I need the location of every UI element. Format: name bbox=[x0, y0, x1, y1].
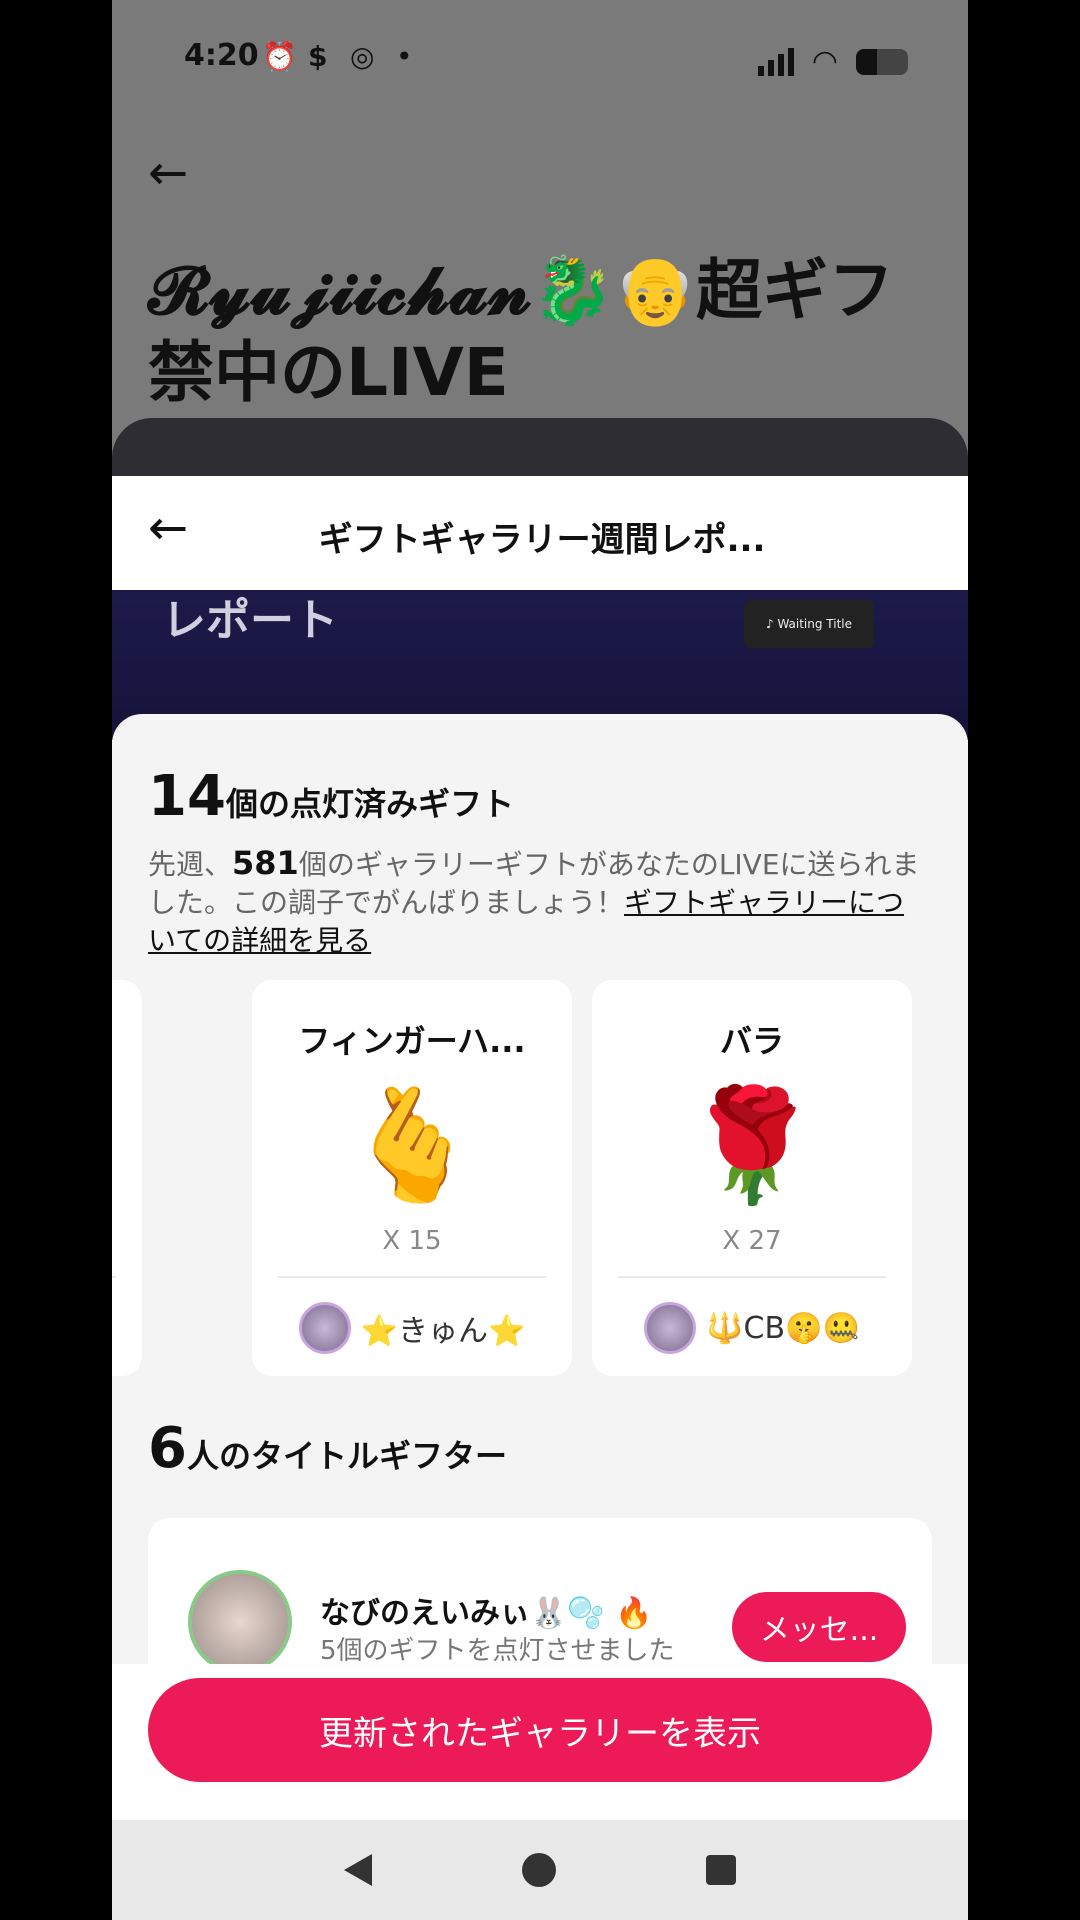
lit-gifts-count: 14 bbox=[148, 764, 226, 829]
footer: 更新されたギャラリーを表示 bbox=[112, 1664, 968, 1798]
sheet-header: ← ギフトギャラリー週間レポ... bbox=[112, 476, 968, 590]
message-button[interactable]: メッセ... bbox=[732, 1592, 906, 1662]
status-bar: 4:20 ⏰ $ ◎ • ◠ bbox=[112, 0, 968, 120]
report-content[interactable]: 14個の点灯済みギフト 先週、581個のギャラリーギフトがあなたのLIVEに送ら… bbox=[112, 714, 968, 1714]
status-time: 4:20 bbox=[184, 38, 259, 73]
avatar bbox=[298, 1302, 351, 1354]
lit-gifts-heading: 14個の点灯済みギフト bbox=[148, 764, 514, 829]
lit-gifts-label: 個の点灯済みギフト bbox=[225, 785, 514, 823]
sheet-back-arrow-icon[interactable]: ← bbox=[148, 500, 188, 556]
banner-badge: ♪ Waiting Title bbox=[744, 600, 874, 648]
gift-divider bbox=[278, 1276, 546, 1278]
rose-icon: 🌹 bbox=[683, 1081, 821, 1209]
instagram-icon: ◎ bbox=[350, 40, 375, 73]
gift-name: バラ bbox=[719, 1022, 784, 1060]
view-updated-gallery-button[interactable]: 更新されたギャラリーを表示 bbox=[148, 1678, 932, 1782]
finger-heart-icon: 🫰 bbox=[343, 1081, 481, 1209]
avatar[interactable] bbox=[188, 1570, 292, 1674]
gift-card-partial[interactable] bbox=[112, 980, 142, 1376]
sender-name: 🔱CB🤫🤐 bbox=[706, 1310, 860, 1346]
gift-count: X 15 bbox=[382, 1226, 442, 1256]
desc-count: 581 bbox=[232, 844, 299, 882]
alarm-icon: ⏰ bbox=[262, 40, 297, 73]
desc-prefix: 先週、 bbox=[148, 848, 233, 881]
title-gifters-heading: 6人のタイトルギフター bbox=[148, 1416, 507, 1481]
gift-gallery-sheet: ← ギフトギャラリー週間レポ... レポート ♪ Waiting Title 1… bbox=[112, 476, 968, 1920]
navigation-bar bbox=[112, 1820, 968, 1920]
signal-icon bbox=[757, 47, 794, 76]
gift-sender[interactable]: 🔱CB🤫🤐 bbox=[592, 1302, 912, 1354]
gifter-name: なびのえいみぃ🐰🫧 🔥 bbox=[320, 1596, 653, 1631]
lit-gifts-description: 先週、581個のギャラリーギフトがあなたのLIVEに送られました。この調子でがん… bbox=[148, 844, 928, 960]
gifters-label: 人のタイトルギフター bbox=[186, 1437, 507, 1475]
nav-recents-icon[interactable] bbox=[706, 1855, 736, 1885]
gifters-count: 6 bbox=[148, 1416, 187, 1481]
gift-divider bbox=[112, 1276, 116, 1278]
back-arrow-icon[interactable]: ← bbox=[148, 145, 188, 201]
gift-card[interactable]: フィンガーハ... 🫰 X 15 ⭐きゅん⭐ bbox=[252, 980, 572, 1376]
wifi-icon: ◠ bbox=[811, 44, 838, 79]
sheet-title: ギフトギャラリー週間レポ... bbox=[318, 520, 766, 560]
sender-name: ⭐きゅん⭐ bbox=[360, 1314, 526, 1349]
gift-count: X 27 bbox=[722, 1226, 782, 1256]
phone-screen: 4:20 ⏰ $ ◎ • ◠ ← 𝓡𝔂𝓾𝓳𝓲𝓲𝓬𝓱𝓪𝓷🐉👴超ギフ禁中のLIVE … bbox=[112, 0, 968, 1920]
gift-name: フィンガーハ... bbox=[298, 1022, 526, 1060]
gift-card[interactable]: バラ 🌹 X 27 🔱CB🤫🤐 bbox=[592, 980, 912, 1376]
avatar bbox=[644, 1302, 697, 1354]
nav-back-icon[interactable] bbox=[344, 1854, 372, 1886]
gift-sender[interactable]: ⭐きゅん⭐ bbox=[252, 1302, 572, 1354]
dot-icon: • bbox=[396, 40, 413, 73]
gift-divider bbox=[618, 1276, 886, 1278]
banner-text: レポート bbox=[162, 595, 338, 646]
nav-home-icon[interactable] bbox=[522, 1853, 556, 1887]
gifter-subtitle: 5個のギフトを点灯させました bbox=[320, 1636, 675, 1666]
live-title: 𝓡𝔂𝓾𝓳𝓲𝓲𝓬𝓱𝓪𝓷🐉👴超ギフ禁中のLIVE bbox=[148, 252, 895, 411]
dollar-icon: $ bbox=[308, 40, 328, 73]
battery-icon bbox=[856, 48, 908, 75]
